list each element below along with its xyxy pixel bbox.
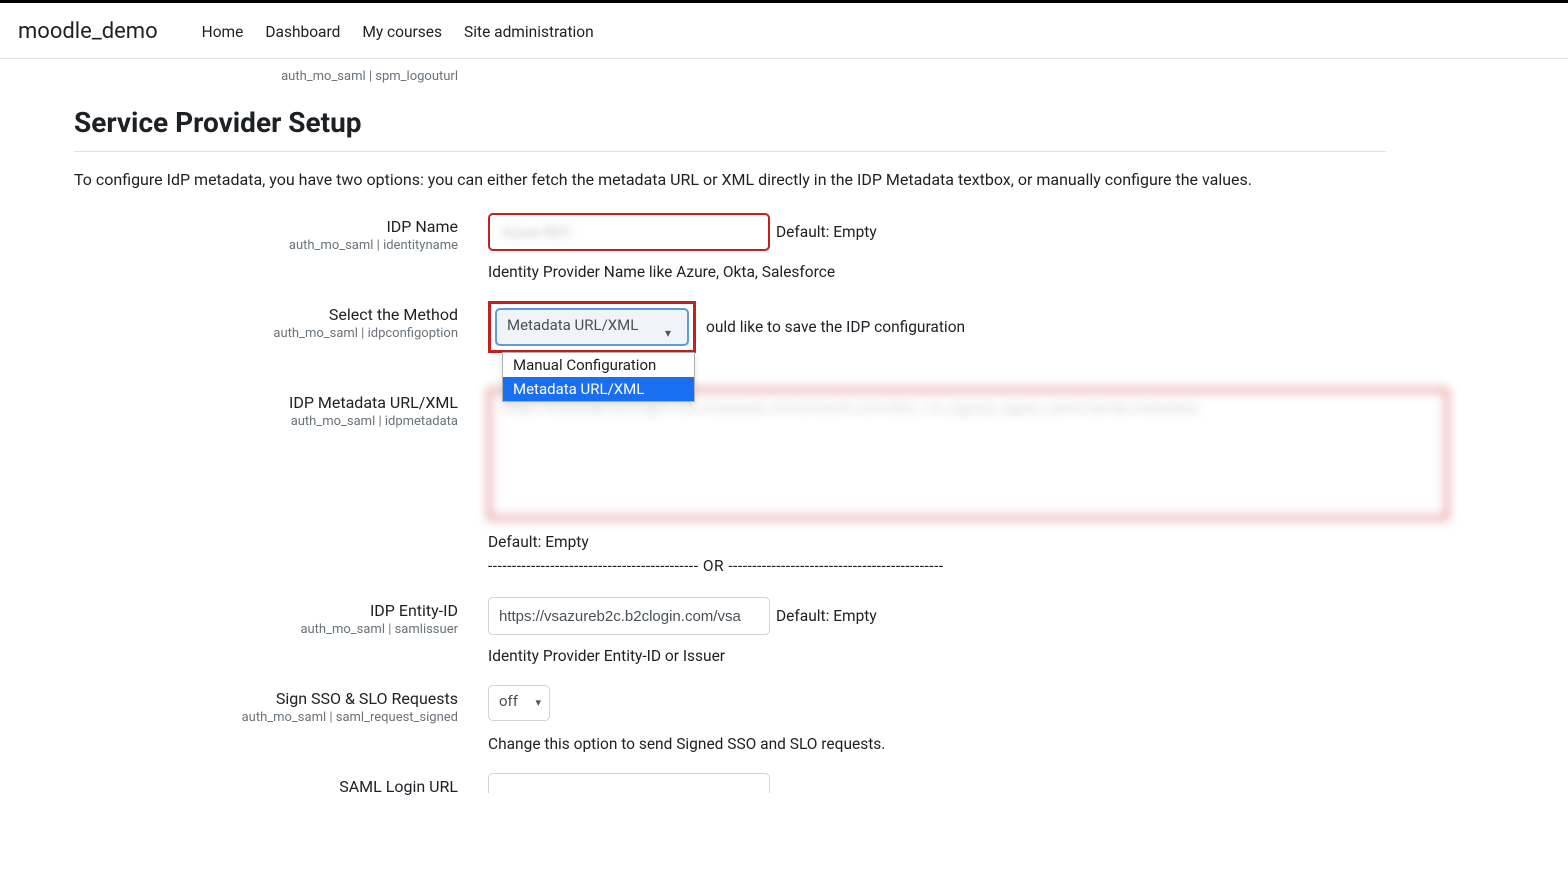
idp-name-input[interactable]: Azure B2C [488,213,770,251]
row-idp-metadata: IDP Metadata URL/XML auth_mo_saml | idpm… [74,387,1386,551]
row-entity-id: IDP Entity-ID auth_mo_saml | samlissuer … [74,595,1386,637]
label-sign-requests-sub: auth_mo_saml | saml_request_signed [74,710,458,725]
section-heading: Service Provider Setup [74,106,1386,139]
label-entity-id: IDP Entity-ID [74,601,458,620]
label-idp-name-sub: auth_mo_saml | identityname [74,238,458,253]
nav-links: Home Dashboard My courses Site administr… [200,23,596,41]
navbar: moodle_demo Home Dashboard My courses Si… [0,3,1568,59]
label-sign-requests: Sign SSO & SLO Requests [74,689,458,708]
label-idp-metadata: IDP Metadata URL/XML [74,393,458,412]
label-idp-name: IDP Name [74,217,458,236]
login-url-input[interactable] [488,773,770,793]
method-dropdown-panel: Manual Configuration Metadata URL/XML [502,352,695,402]
method-select-value: Metadata URL/XML [507,316,638,334]
prev-setting-sub: auth_mo_saml | spm_logouturl [74,69,458,84]
section-intro: To configure IdP metadata, you have two … [74,170,1386,189]
idp-name-hint: Identity Provider Name like Azure, Okta,… [74,263,1386,281]
row-idp-name: IDP Name auth_mo_saml | identityname Azu… [74,211,1386,253]
prev-setting-row: auth_mo_saml | spm_logouturl [74,69,1386,84]
label-idp-metadata-sub: auth_mo_saml | idpmetadata [74,414,458,429]
divider [74,151,1386,152]
entity-id-input[interactable] [488,597,770,635]
nav-dashboard[interactable]: Dashboard [263,23,342,41]
method-select-outline: Metadata URL/XML ▾ Manual Configuration … [488,301,696,353]
or-separator: ----------------------------------------… [74,557,1386,575]
method-option-manual[interactable]: Manual Configuration [503,353,694,377]
idp-metadata-default: Default: Empty [488,533,589,551]
sign-requests-hint: Change this option to send Signed SSO an… [74,735,1386,753]
method-option-metadata[interactable]: Metadata URL/XML [503,377,694,401]
label-login-url: SAML Login URL [74,777,458,796]
method-select[interactable]: Metadata URL/XML [495,308,689,346]
brand-title[interactable]: moodle_demo [18,19,158,44]
nav-mycourses[interactable]: My courses [360,23,444,41]
entity-id-default: Default: Empty [776,607,877,625]
nav-siteadmin[interactable]: Site administration [462,23,596,41]
entity-id-hint: Identity Provider Entity-ID or Issuer [74,647,1386,665]
method-hint-overlay: ould like to save the IDP configuration [706,318,965,336]
sign-requests-select[interactable]: off [488,685,550,721]
idp-name-default: Default: Empty [776,223,877,241]
row-method: Select the Method auth_mo_saml | idpconf… [74,299,1386,353]
label-method: Select the Method [74,305,458,324]
row-sign-requests: Sign SSO & SLO Requests auth_mo_saml | s… [74,683,1386,725]
label-entity-id-sub: auth_mo_saml | samlissuer [74,622,458,637]
label-method-sub: auth_mo_saml | idpconfigoption [74,326,458,341]
nav-home[interactable]: Home [200,23,246,41]
row-login-url: SAML Login URL [74,771,1386,796]
page-content: auth_mo_saml | spm_logouturl Service Pro… [0,69,1460,840]
idp-metadata-textarea[interactable]: https://example.b2clogin.com/example.onm… [488,389,1448,519]
